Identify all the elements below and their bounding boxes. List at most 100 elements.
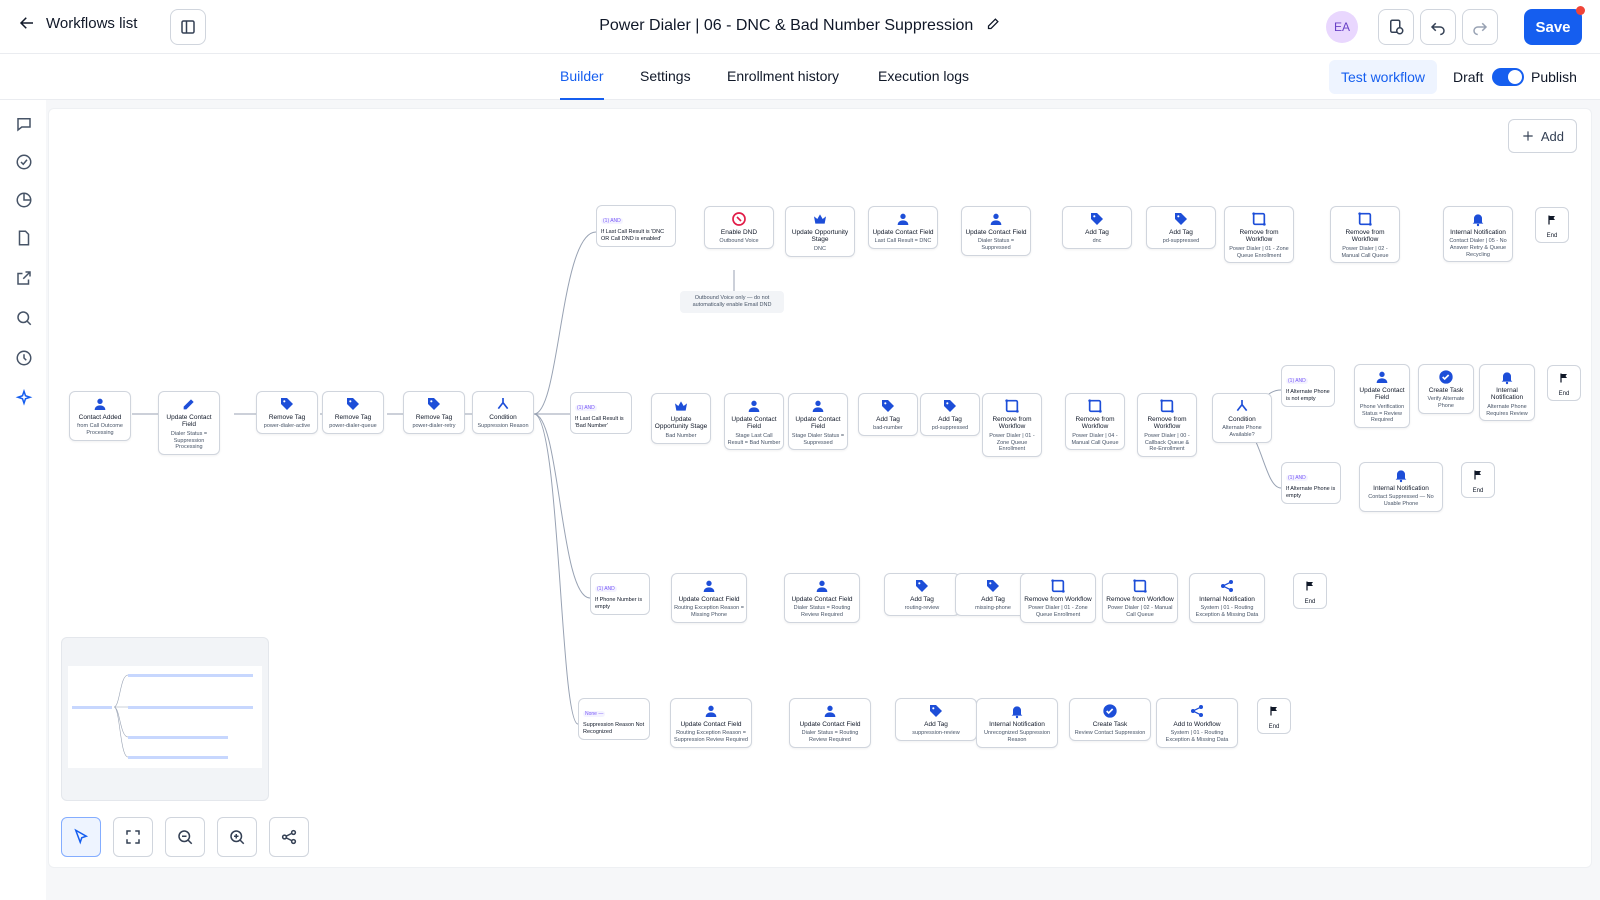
workflow-step-node[interactable]: Add Tag suppression-review	[895, 698, 977, 742]
workflow-step-node[interactable]: Add Tag dnc	[1062, 206, 1132, 250]
workflow-step-node[interactable]: Create Task Verify Alternate Phone	[1418, 364, 1474, 414]
workflow-step-node[interactable]: Update Contact Field Stage Dialer Status …	[788, 393, 848, 451]
workflow-step-node[interactable]: Internal Notification Contact Suppressed …	[1359, 462, 1443, 512]
workflow-step-node[interactable]: Remove from Workflow Power Dialer | 01 - …	[1224, 206, 1294, 264]
workflow-step-node[interactable]: Update Contact Field Dialer Status = Supp…	[961, 206, 1031, 256]
minimap-viewport[interactable]	[68, 666, 262, 768]
workflow-step-node[interactable]: Condition Suppression Reason	[472, 391, 534, 435]
condition-operator-badge: (1) AND	[575, 405, 597, 411]
step-title: Add Tag	[876, 416, 900, 423]
workflow-step-node[interactable]: Update Contact Field Dialer Status = Rout…	[784, 573, 860, 623]
workflow-step-node[interactable]: Add to Workflow System | 01 - Routing Exc…	[1156, 698, 1238, 748]
user-icon	[748, 400, 760, 412]
workflow-step-node[interactable]: Internal Notification Unrecognized Suppre…	[976, 698, 1058, 748]
version-history-button[interactable]	[1378, 9, 1414, 45]
workflow-step-node[interactable]: Update Opportunity Stage DNC	[785, 206, 855, 257]
unsaved-indicator	[1576, 6, 1585, 15]
tab-settings[interactable]: Settings	[640, 68, 691, 100]
branch-condition-node[interactable]: (1) AND If Last Call Result is 'DNC OR Ca…	[596, 205, 676, 247]
workflow-step-node[interactable]: Remove from Workflow Power Dialer | 00 - …	[1137, 393, 1197, 457]
workflow-step-node[interactable]: Condition Alternate Phone Available?	[1212, 393, 1272, 443]
user-icon	[816, 580, 828, 592]
end-label: End	[1304, 599, 1316, 605]
branch-condition-node[interactable]: (1) AND If Last Call Result is 'Bad Numbe…	[570, 392, 632, 434]
share-button[interactable]	[269, 817, 309, 857]
pie-chart-icon[interactable]	[14, 190, 34, 210]
zoom-in-button[interactable]	[217, 817, 257, 857]
workflow-step-node[interactable]: Contact Added from Call Outcome Processin…	[69, 391, 131, 441]
comment-icon[interactable]	[14, 114, 34, 134]
select-tool-button[interactable]	[61, 817, 101, 857]
flag-icon	[1560, 373, 1567, 383]
step-detail: Power Dialer | 01 - Zone Queue Enrollmen…	[1229, 245, 1289, 259]
workflow-step-node[interactable]: Add Tag pd-suppressed	[1146, 206, 1216, 250]
test-workflow-button[interactable]: Test workflow	[1329, 60, 1438, 94]
end-node[interactable]: End	[1293, 573, 1327, 609]
step-title: Remove from Workflow	[992, 416, 1032, 431]
workflow-step-node[interactable]: Add Tag routing-review	[884, 573, 960, 617]
step-title: Remove from Workflow	[1106, 596, 1174, 603]
zoom-out-button[interactable]	[165, 817, 205, 857]
undo-button[interactable]	[1420, 9, 1456, 45]
workflow-step-node[interactable]: Remove from Workflow Power Dialer | 04 - …	[1065, 393, 1125, 451]
branch-condition-node[interactable]: (1) AND If Phone Number is empty	[590, 573, 650, 615]
workflow-step-node[interactable]: Remove Tag power-dialer-retry	[403, 391, 465, 435]
end-node[interactable]: End	[1257, 698, 1291, 734]
workflow-step-node[interactable]: Enable DND Outbound Voice	[704, 206, 774, 250]
minimap[interactable]	[61, 637, 269, 801]
flag-icon	[1270, 706, 1277, 716]
workflow-step-node[interactable]: Remove from Workflow Power Dialer | 01 - …	[1020, 573, 1096, 623]
end-node[interactable]: End	[1535, 207, 1569, 243]
workflow-step-node[interactable]: Update Opportunity Stage Bad Number	[651, 393, 711, 444]
workflow-step-node[interactable]: Remove Tag power-dialer-queue	[322, 391, 384, 435]
save-button[interactable]: Save	[1524, 6, 1585, 45]
workflow-step-node[interactable]: Update Contact Field Phone Verification S…	[1354, 364, 1410, 428]
dnd-icon	[732, 212, 746, 226]
avatar[interactable]: EA	[1326, 11, 1358, 43]
workflow-step-node[interactable]: Add Tag bad-number	[858, 393, 918, 437]
workflow-step-node[interactable]: Remove from Workflow Power Dialer | 02 - …	[1330, 206, 1400, 264]
publish-toggle[interactable]	[1492, 68, 1524, 86]
workflow-step-node[interactable]: Create Task Review Contact Suppression	[1069, 698, 1151, 742]
branch-condition-node[interactable]: (1) AND If Alternate Phone is empty	[1281, 462, 1341, 504]
edit-title-icon[interactable]	[986, 16, 1001, 36]
workflow-step-node[interactable]: Internal Notification Alternate Phone Req…	[1479, 364, 1535, 422]
ai-sparkle-icon[interactable]	[14, 388, 34, 408]
end-label: End	[1268, 724, 1280, 730]
search-icon[interactable]	[14, 308, 34, 328]
tab-builder[interactable]: Builder	[560, 68, 604, 100]
step-title: Update Contact Field	[872, 229, 934, 236]
workflow-step-node[interactable]: Internal Notification Contact Dialer | 05…	[1443, 206, 1513, 263]
share-icon	[281, 829, 297, 845]
workflow-step-node[interactable]: Internal Notification System | 01 - Routi…	[1189, 573, 1265, 623]
add-button[interactable]: Add	[1507, 119, 1577, 153]
workflow-step-node[interactable]: Remove from Workflow Power Dialer | 02 - …	[1102, 573, 1178, 623]
workflow-step-node[interactable]: Add Tag pd-suppressed	[920, 393, 980, 437]
redo-button[interactable]	[1462, 9, 1498, 45]
workflow-step-node[interactable]: Update Contact Field Routing Exception Re…	[671, 573, 747, 623]
history-icon[interactable]	[14, 348, 34, 368]
step-detail: Dialer Status = Suppression Processing	[170, 430, 208, 451]
condition-operator-badge: (1) AND	[1286, 378, 1308, 384]
tab-enrollment-history[interactable]: Enrollment history	[727, 68, 839, 100]
workflow-step-node[interactable]: Remove Tag power-dialer-active	[256, 391, 318, 435]
tab-execution-logs[interactable]: Execution logs	[878, 68, 969, 100]
external-link-icon[interactable]	[14, 268, 34, 288]
step-detail: Power Dialer | 00 - Callback Queue & Re-…	[1144, 432, 1190, 453]
end-node[interactable]: End	[1547, 365, 1581, 401]
step-title: Internal Notification	[1199, 596, 1255, 603]
check-circle-icon[interactable]	[14, 152, 34, 172]
workflow-step-node[interactable]: Update Contact Field Dialer Status = Rout…	[789, 698, 871, 748]
fit-view-button[interactable]	[113, 817, 153, 857]
workflow-step-node[interactable]: Update Contact Field Last Call Result = D…	[868, 206, 938, 250]
end-node[interactable]: End	[1461, 462, 1495, 498]
branch-condition-node[interactable]: None — Suppression Reason Not Recognized	[578, 698, 650, 740]
branch-condition-node[interactable]: (1) AND If Alternate Phone is not empty	[1281, 365, 1335, 407]
step-detail: DNC	[814, 245, 826, 252]
workflow-step-node[interactable]: Update Contact Field Stage Last Call Resu…	[724, 393, 784, 451]
end-label: End	[1546, 233, 1558, 239]
workflow-step-node[interactable]: Update Contact Field Routing Exception Re…	[670, 698, 752, 748]
workflow-step-node[interactable]: Remove from Workflow Power Dialer | 01 - …	[982, 393, 1042, 457]
file-icon[interactable]	[14, 228, 34, 248]
workflow-step-node[interactable]: Update Contact Field Dialer Status = Supp…	[158, 391, 220, 455]
